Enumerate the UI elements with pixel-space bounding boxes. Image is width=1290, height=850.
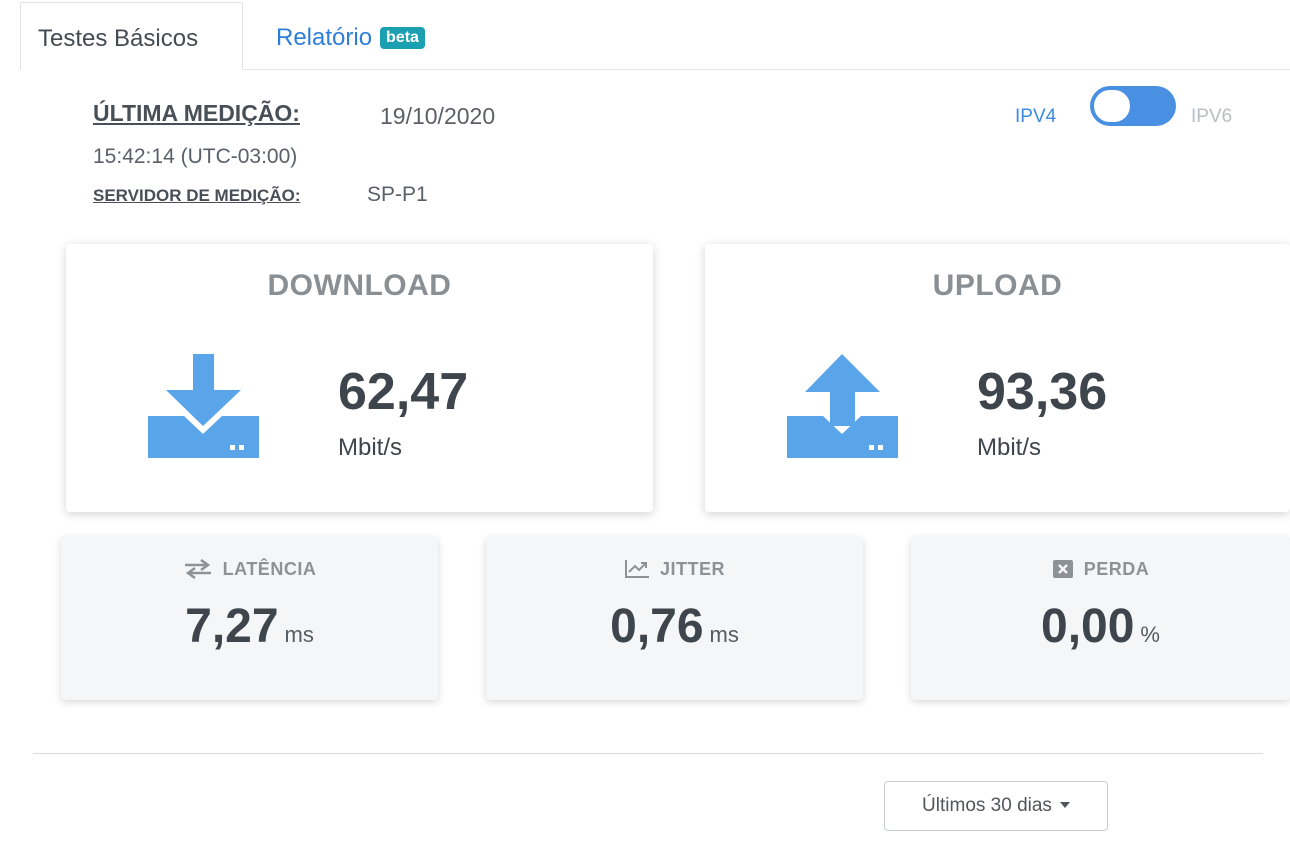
tab-basic-tests[interactable]: Testes Básicos [20, 2, 243, 70]
line-chart-icon [624, 560, 649, 578]
latency-title: LATÊNCIA [222, 559, 317, 579]
toggle-knob [1092, 88, 1132, 124]
loss-unit: % [1140, 622, 1160, 647]
server-label: SERVIDOR DE MEDIÇÃO: [93, 186, 301, 205]
loss-title: PERDA [1083, 559, 1150, 579]
ipv6-label[interactable]: IPV6 [1191, 106, 1232, 128]
x-square-icon [1052, 560, 1073, 578]
period-dropdown[interactable]: Últimos 30 dias [884, 781, 1108, 831]
download-title: DOWNLOAD [267, 269, 452, 302]
upload-icon [787, 354, 898, 458]
tab-report-label: Relatório [276, 24, 373, 51]
latency-value: 7,27 [185, 600, 279, 653]
loss-card: PERDA 0,00% [911, 537, 1290, 700]
ip-version-toggle[interactable] [1090, 86, 1176, 126]
tab-report[interactable]: Relatório beta [276, 24, 425, 52]
last-measurement-time: 15:42:14 (UTC-03:00) [93, 145, 298, 168]
download-unit: Mbit/s [338, 434, 403, 461]
tab-bar: Testes Básicos Relatório beta [0, 0, 1290, 70]
upload-card: UPLOAD 93,36 Mbit/s [705, 244, 1290, 512]
upload-value: 93,36 [977, 363, 1108, 421]
download-value: 62,47 [338, 363, 469, 421]
latency-card: LATÊNCIA 7,27 ms [61, 537, 438, 700]
last-measurement-date: 19/10/2020 [380, 103, 496, 129]
jitter-card: JITTER 0,76 ms [486, 537, 863, 700]
period-dropdown-label: Últimos 30 dias [922, 795, 1052, 816]
server-value: SP-P1 [367, 183, 428, 206]
jitter-title: JITTER [659, 559, 725, 579]
beta-badge: beta [380, 27, 425, 49]
latency-unit: ms [284, 622, 314, 647]
download-icon [148, 354, 259, 458]
tab-basic-tests-label: Testes Básicos [38, 25, 199, 52]
upload-unit: Mbit/s [977, 434, 1042, 461]
download-card: DOWNLOAD 62,47 Mbit/s [66, 244, 653, 512]
jitter-value: 0,76 [610, 600, 704, 653]
last-measurement-label: ÚLTIMA MEDIÇÃO: [93, 100, 300, 126]
loss-value: 0,00 [1041, 600, 1135, 653]
section-divider [33, 753, 1263, 754]
jitter-unit: ms [709, 622, 739, 647]
caret-down-icon [1059, 802, 1070, 808]
ipv4-label[interactable]: IPV4 [1015, 106, 1056, 128]
swap-arrows-icon [184, 558, 211, 580]
upload-title: UPLOAD [932, 269, 1063, 302]
tab-bar-divider [243, 69, 1290, 70]
